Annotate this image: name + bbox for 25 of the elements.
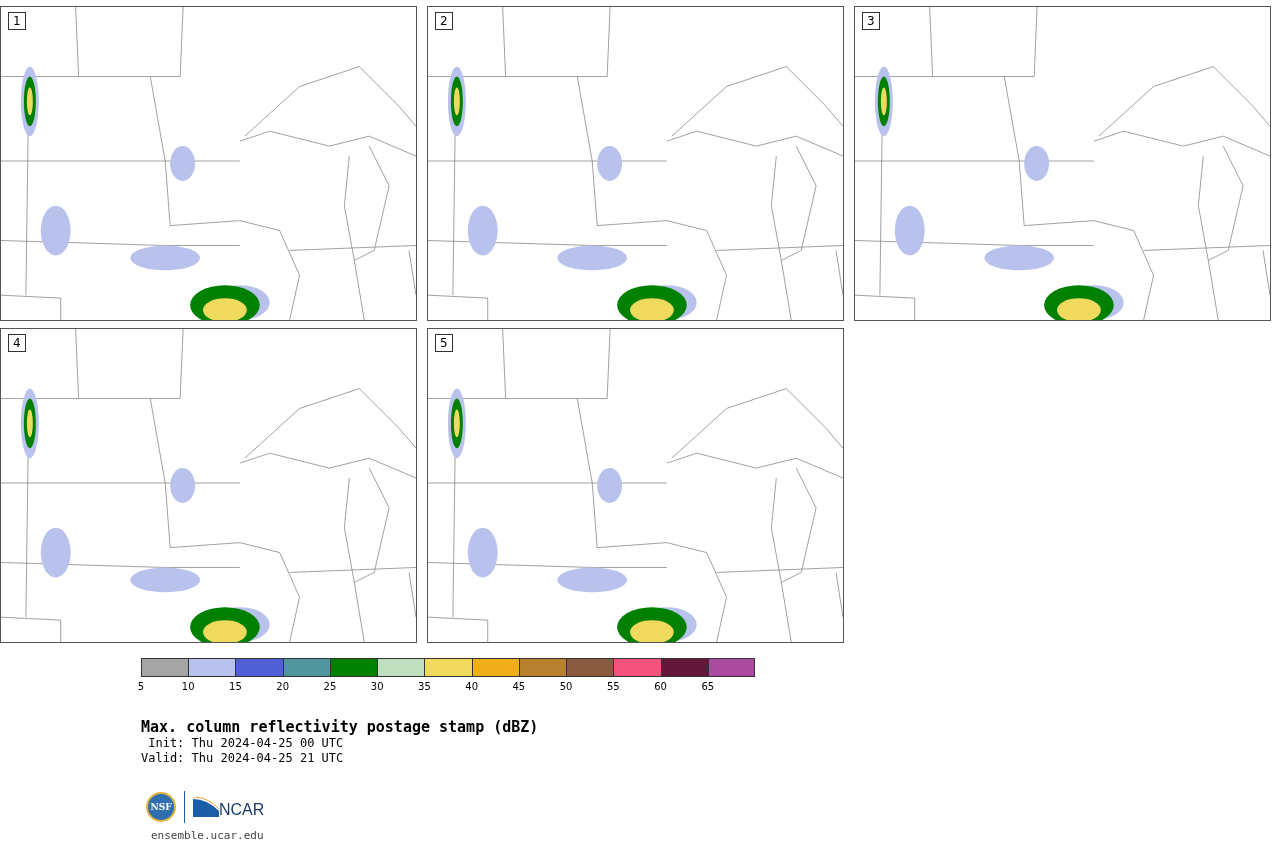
panel-number: 2 bbox=[435, 12, 453, 30]
colorbar-tick-label: 20 bbox=[276, 681, 290, 692]
colorbar-tick-label: 60 bbox=[654, 681, 667, 692]
colorbar-tick-label: 45 bbox=[512, 681, 526, 692]
colorbar-tick-label: 40 bbox=[465, 681, 478, 692]
panel-number: 1 bbox=[8, 12, 26, 30]
colorbar-tick-label: 10 bbox=[181, 681, 195, 692]
init-time: Init: Thu 2024-04-25 00 UTC bbox=[147, 736, 345, 751]
colorbar-tick-label: 25 bbox=[323, 681, 337, 692]
colorbar-tick-label: 50 bbox=[559, 681, 573, 692]
valid-time: Valid: Thu 2024-04-25 21 UTC bbox=[141, 751, 345, 766]
chart-title: Max. column reflectivity postage stamp (dBZ) bbox=[141, 718, 540, 736]
logo-wordmark: NCAR bbox=[219, 801, 265, 819]
panel-number: 4 bbox=[8, 334, 26, 352]
colorbar-tick-label: 5 bbox=[137, 681, 145, 692]
colorbar-tick-label: 30 bbox=[370, 681, 384, 692]
panel-number: 5 bbox=[435, 334, 453, 352]
colorbar-tick-label: 65 bbox=[701, 681, 715, 692]
colorbar-tick-label: 55 bbox=[607, 681, 620, 692]
seal-logo: NSF bbox=[146, 792, 176, 822]
colorbar-tick-label: 35 bbox=[418, 681, 431, 692]
panel-number: 3 bbox=[862, 12, 880, 30]
site-url: ensemble.ucar.edu bbox=[151, 829, 265, 842]
swoosh-icon bbox=[193, 797, 219, 817]
colorbar-tick-label: 15 bbox=[229, 681, 242, 692]
